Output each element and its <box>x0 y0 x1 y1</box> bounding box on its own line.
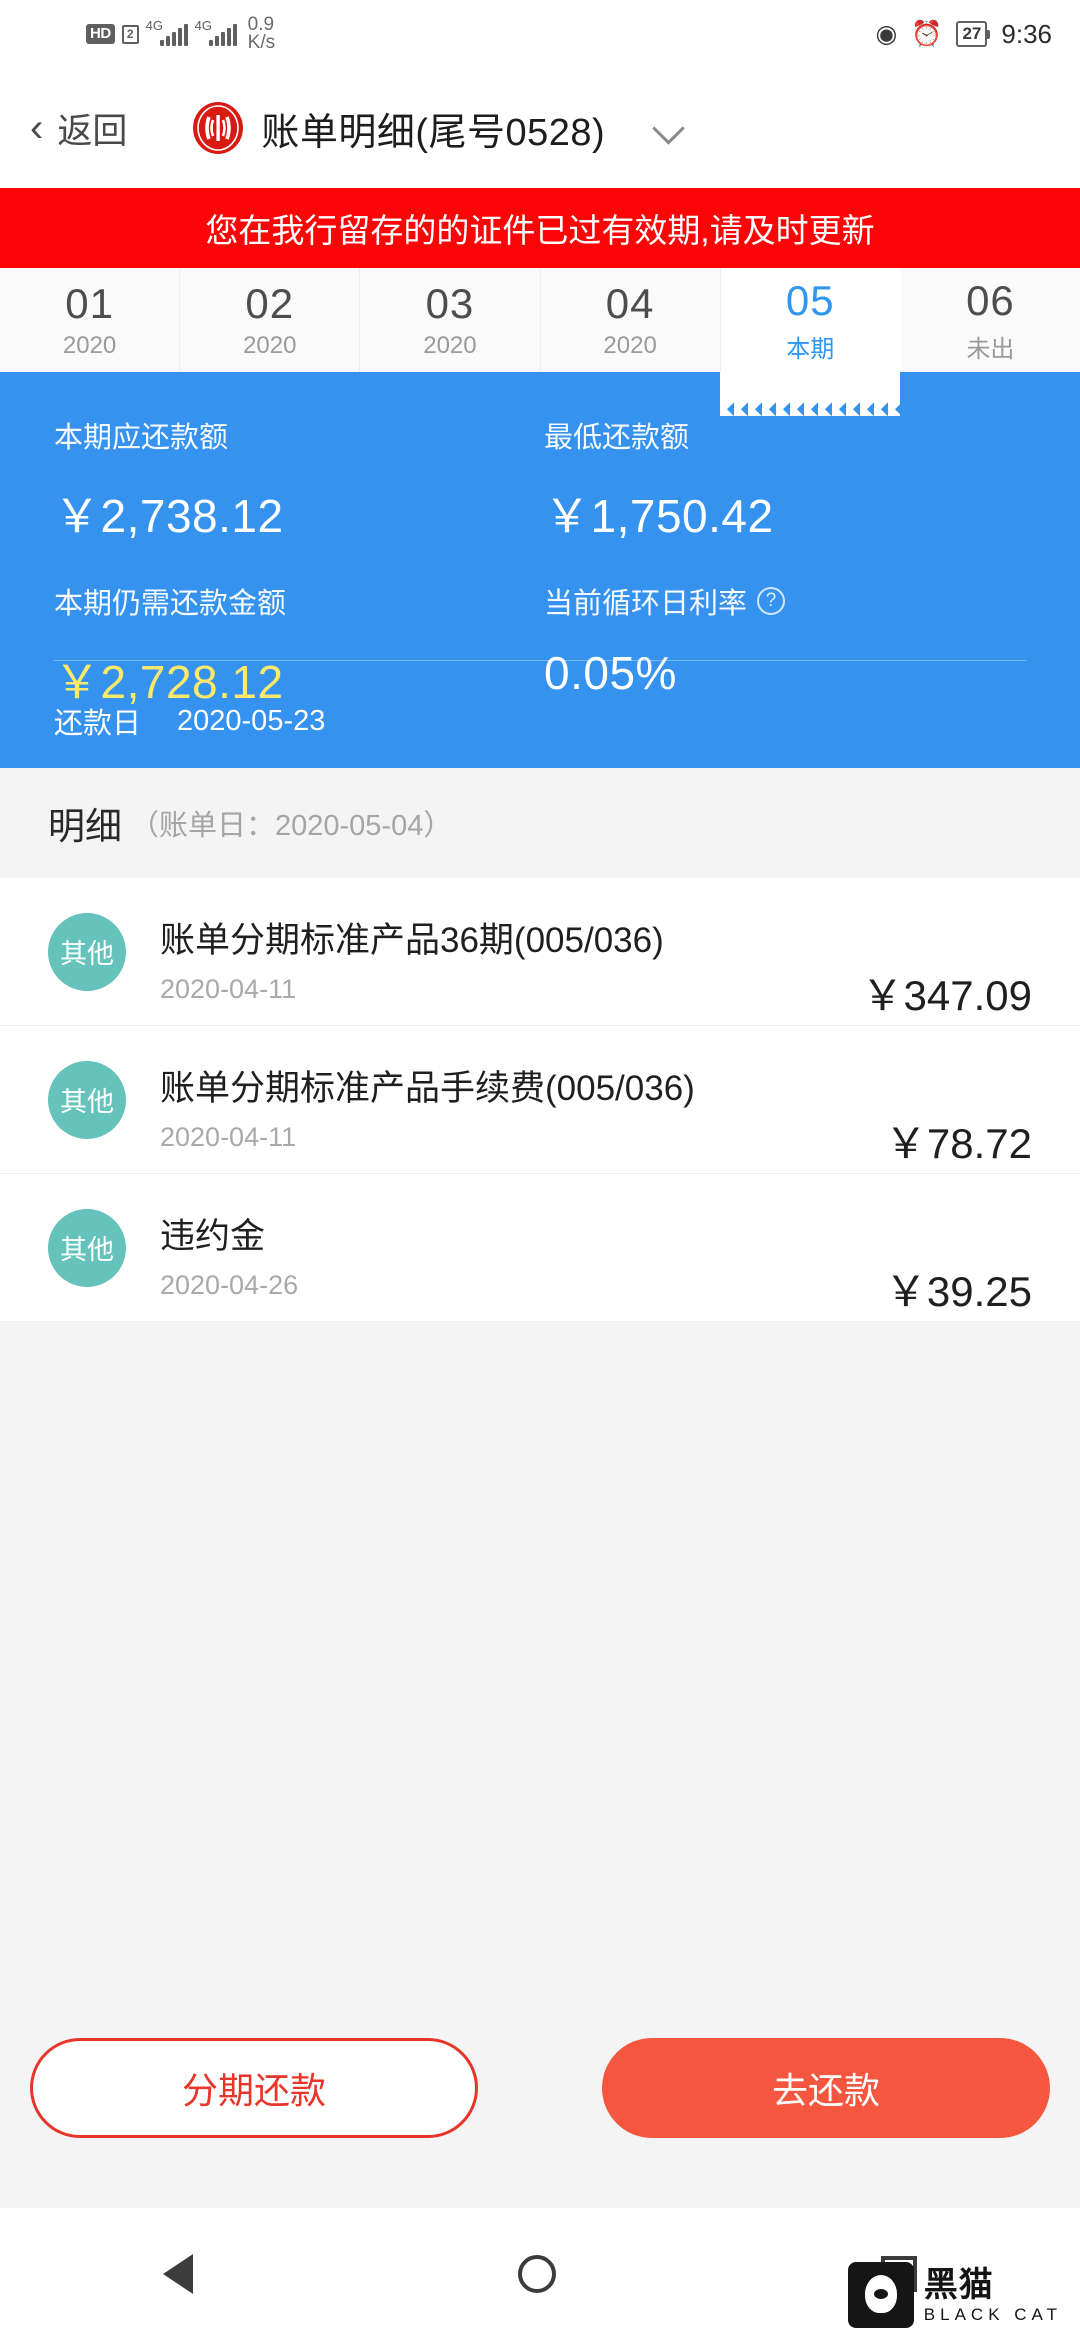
alert-banner[interactable]: 您在我行留存的的证件已过有效期,请及时更新 <box>0 188 1080 268</box>
category-badge: 其他 <box>48 1060 126 1139</box>
detail-section-header: 明细 （账单日：2020-05-04） <box>0 768 1080 878</box>
month-tab-06-sub: 未出 <box>966 335 1015 363</box>
table-row[interactable]: 其他 违约金 2020-04-26 ￥39.25 <box>0 1174 1080 1322</box>
month-tab-03-sub: 2020 <box>423 332 477 359</box>
summary-row-1: 本期应还款额 ￥2,738.12 最低还款额 ￥1,750.42 <box>54 414 1026 546</box>
month-tab-02[interactable]: 02 2020 <box>180 268 361 372</box>
category-badge: 其他 <box>48 1208 126 1287</box>
card-divider <box>54 660 1026 661</box>
action-button-bar: 分期还款 去还款 <box>0 2018 1080 2158</box>
status-bar-right: ◉ ⏰ 27 9:36 <box>876 19 1053 50</box>
network-speed: 0.9 K/s <box>247 15 276 53</box>
month-tab-02-month: 02 <box>245 280 295 327</box>
back-button-label: 返回 <box>57 111 128 151</box>
daily-rate-block: 当前循环日利率 ? 0.05% <box>540 580 1026 712</box>
alert-banner-text: 您在我行留存的的证件已过有效期,请及时更新 <box>205 212 875 249</box>
month-tab-05-month: 05 <box>785 276 835 324</box>
battery-icon: 27 <box>956 21 991 47</box>
bill-summary-card: 本期应还款额 ￥2,738.12 最低还款额 ￥1,750.42 本期仍需还款金… <box>0 372 1080 768</box>
repay-button[interactable]: 去还款 <box>602 2038 1050 2138</box>
min-amount-block: 最低还款额 ￥1,750.42 <box>540 414 1026 546</box>
transaction-amount: ￥39.25 <box>884 1268 1032 1315</box>
citic-bank-logo <box>191 101 245 155</box>
app-header: ‹ 返回 账单明细(尾号0528) <box>0 68 1080 188</box>
triangle-back-icon[interactable] <box>162 2254 193 2294</box>
transaction-date: 2020-04-11 <box>160 1122 297 1152</box>
chevron-left-icon: ‹ <box>30 106 44 150</box>
table-row[interactable]: 其他 账单分期标准产品手续费(005/036) 2020-04-11 ￥78.7… <box>0 1026 1080 1174</box>
detail-section-title: 明细 <box>48 806 122 847</box>
month-tab-05[interactable]: 05 本期 <box>720 268 901 372</box>
repayment-date-value: 2020-05-23 <box>177 704 326 737</box>
alarm-icon: ⏰ <box>911 19 943 48</box>
signal-bars-1 <box>159 24 188 46</box>
signal-icon-1: 4G <box>145 18 188 46</box>
remaining-amount-block: 本期仍需还款金额 ￥2,728.12 <box>54 580 540 712</box>
watermark: 黑猫 BLACK CAT <box>847 2262 1062 2328</box>
network-speed-unit: K/s <box>247 32 276 53</box>
month-tab-strip: 01 2020 02 2020 03 2020 04 2020 05 本期 06… <box>0 268 1080 372</box>
signal-bars-2 <box>208 24 237 46</box>
header-title-group: 账单明细(尾号0528) <box>191 101 685 156</box>
month-tab-04[interactable]: 04 2020 <box>540 268 721 372</box>
repayment-date-row: 还款日 2020-05-23 <box>54 700 325 742</box>
table-row[interactable]: 其他 账单分期标准产品36期(005/036) 2020-04-11 ￥347.… <box>0 878 1080 1026</box>
repayment-date-label: 还款日 <box>54 708 142 740</box>
month-tab-06[interactable]: 06 未出 <box>900 268 1080 372</box>
active-tab-notch <box>720 372 900 416</box>
question-mark-icon[interactable]: ? <box>757 587 786 615</box>
min-amount-label: 最低还款额 <box>544 422 690 454</box>
watermark-line-2: BLACK CAT <box>923 2304 1062 2324</box>
detail-section-subtitle: （账单日：2020-05-04） <box>130 810 453 842</box>
chevron-down-icon[interactable] <box>655 113 685 143</box>
transaction-title: 违约金 <box>160 1217 266 1256</box>
hd-icon: HD <box>86 24 115 44</box>
month-tab-03[interactable]: 03 2020 <box>360 268 541 372</box>
status-bar-clock: 9:36 <box>1001 18 1052 49</box>
network-type-label-2: 4G <box>194 18 213 33</box>
month-tab-02-sub: 2020 <box>243 332 297 359</box>
eye-icon: ◉ <box>875 19 898 48</box>
black-cat-logo <box>847 2262 914 2328</box>
zigzag-edge <box>0 372 1080 386</box>
month-tab-03-month: 03 <box>425 280 475 327</box>
sim-2-icon: 2 <box>121 24 139 44</box>
transaction-title: 账单分期标准产品手续费(005/036) <box>160 1069 695 1108</box>
daily-rate-label-text: 当前循环日利率 <box>544 588 748 620</box>
month-tab-04-month: 04 <box>605 280 655 327</box>
month-tab-04-sub: 2020 <box>603 332 657 359</box>
installment-repay-button[interactable]: 分期还款 <box>30 2038 478 2138</box>
month-tab-01-month: 01 <box>65 280 114 327</box>
network-type-label-1: 4G <box>145 18 164 33</box>
signal-icon-2: 4G <box>194 18 237 46</box>
remaining-amount-label: 本期仍需还款金额 <box>54 588 287 620</box>
due-amount-label: 本期应还款额 <box>54 422 229 454</box>
transaction-title: 账单分期标准产品36期(005/036) <box>160 921 664 960</box>
page-title: 账单明细(尾号0528) <box>261 111 606 154</box>
category-badge: 其他 <box>48 912 126 991</box>
back-button[interactable]: ‹ 返回 <box>30 103 127 154</box>
month-tab-06-month: 06 <box>966 276 1015 324</box>
daily-rate-label: 当前循环日利率 ? <box>544 580 1026 622</box>
summary-grid: 本期应还款额 ￥2,738.12 最低还款额 ￥1,750.42 本期仍需还款金… <box>0 414 1080 728</box>
transaction-date: 2020-04-26 <box>160 1270 299 1300</box>
transaction-date: 2020-04-11 <box>160 974 297 1004</box>
circle-home-icon[interactable] <box>517 2255 556 2293</box>
transaction-amount: ￥78.72 <box>884 1120 1032 1167</box>
watermark-text: 黑猫 BLACK CAT <box>924 2268 1062 2323</box>
month-tab-05-sub: 本期 <box>786 335 835 363</box>
phone-screen: HD 2 4G 4G 0.9 K/s ◉ ⏰ 27 9:36 ‹ 返回 账单明细… <box>0 0 1080 2340</box>
month-tab-01-sub: 2020 <box>62 332 117 359</box>
watermark-line-1: 黑猫 <box>923 2265 994 2304</box>
min-amount-value: ￥1,750.42 <box>544 490 774 542</box>
due-amount-block: 本期应还款额 ￥2,738.12 <box>54 414 540 546</box>
daily-rate-value: 0.05% <box>544 647 677 699</box>
transaction-amount: ￥347.09 <box>861 972 1032 1019</box>
status-bar: HD 2 4G 4G 0.9 K/s ◉ ⏰ 27 9:36 <box>0 0 1080 68</box>
status-bar-left: HD 2 4G 4G 0.9 K/s <box>86 15 276 53</box>
transaction-list: 其他 账单分期标准产品36期(005/036) 2020-04-11 ￥347.… <box>0 878 1080 1322</box>
summary-row-2: 本期仍需还款金额 ￥2,728.12 当前循环日利率 ? 0.05% <box>54 580 1026 712</box>
month-tab-01[interactable]: 01 2020 <box>0 268 181 372</box>
due-amount-value: ￥2,738.12 <box>54 490 284 542</box>
